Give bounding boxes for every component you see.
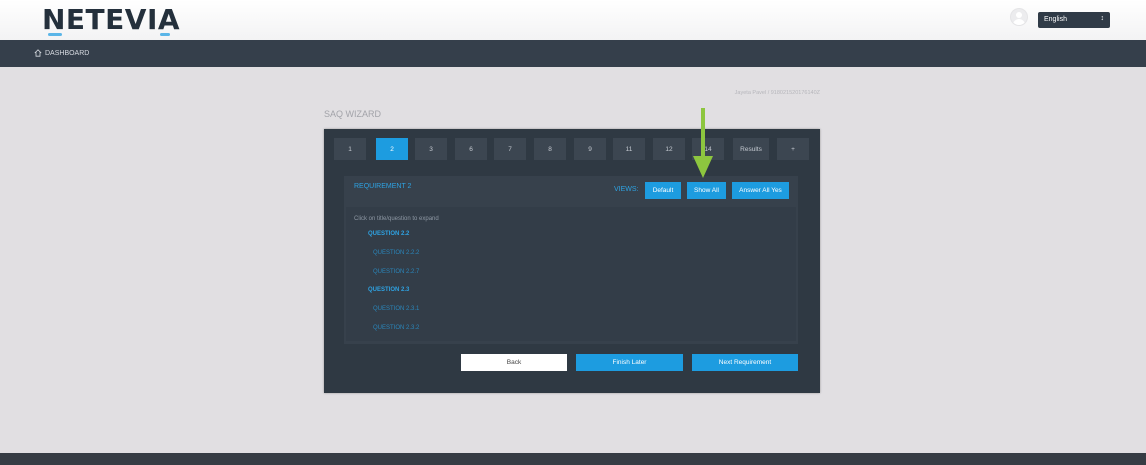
main-navbar: DASHBOARD bbox=[0, 40, 1146, 67]
annotation-arrow-icon bbox=[693, 108, 713, 178]
language-select-value: English bbox=[1044, 16, 1067, 23]
footer-bar bbox=[0, 453, 1146, 465]
page-title: SAQ WIZARD bbox=[324, 109, 382, 119]
user-avatar-icon[interactable] bbox=[1011, 9, 1027, 25]
question-item[interactable]: QUESTION 2.3.1 bbox=[373, 306, 419, 312]
view-answer-all-yes-button[interactable]: Answer All Yes bbox=[732, 182, 789, 199]
question-item[interactable]: QUESTION 2.2 bbox=[368, 231, 409, 237]
dashboard-link[interactable]: DASHBOARD bbox=[34, 49, 89, 57]
netevia-logo[interactable]: NETEVIA bbox=[42, 3, 180, 36]
tab-step-8[interactable]: 8 bbox=[534, 138, 566, 160]
tab-step-1[interactable]: 1 bbox=[334, 138, 366, 160]
top-header: NETEVIA English ↕ bbox=[0, 0, 1146, 40]
expand-hint: Click on title/question to expand bbox=[354, 216, 439, 222]
tab-step-6[interactable]: 6 bbox=[455, 138, 487, 160]
select-caret-icon: ↕ bbox=[1100, 15, 1105, 22]
tab-step-7[interactable]: 7 bbox=[494, 138, 526, 160]
views-label: VIEWS: bbox=[614, 186, 639, 193]
user-account-info: Jayeta Pavel / 918021520176140Z bbox=[734, 90, 820, 96]
tab-step-11[interactable]: 11 bbox=[613, 138, 645, 160]
requirement-title: REQUIREMENT 2 bbox=[354, 183, 412, 190]
tab-step-3[interactable]: 3 bbox=[415, 138, 447, 160]
home-icon bbox=[34, 49, 42, 57]
tab-step-9[interactable]: 9 bbox=[574, 138, 606, 160]
next-requirement-button[interactable]: Next Requirement bbox=[692, 354, 798, 371]
finish-later-button[interactable]: Finish Later bbox=[576, 354, 683, 371]
tab-step-2[interactable]: 2 bbox=[376, 138, 408, 160]
logo-accent bbox=[48, 33, 62, 36]
view-show-all-button[interactable]: Show All bbox=[687, 182, 726, 199]
logo-accent bbox=[160, 33, 170, 36]
tab-results[interactable]: Results bbox=[733, 138, 769, 160]
question-item[interactable]: QUESTION 2.3 bbox=[368, 287, 409, 293]
view-default-button[interactable]: Default bbox=[645, 182, 681, 199]
question-item[interactable]: QUESTION 2.2.7 bbox=[373, 269, 419, 275]
dashboard-label: DASHBOARD bbox=[45, 49, 90, 57]
question-item[interactable]: QUESTION 2.3.2 bbox=[373, 325, 419, 331]
tab-step-12[interactable]: 12 bbox=[653, 138, 685, 160]
tab-add[interactable]: + bbox=[777, 138, 809, 160]
question-item[interactable]: QUESTION 2.2.2 bbox=[373, 250, 419, 256]
back-button[interactable]: Back bbox=[461, 354, 567, 371]
language-select[interactable]: English ↕ bbox=[1038, 12, 1110, 28]
